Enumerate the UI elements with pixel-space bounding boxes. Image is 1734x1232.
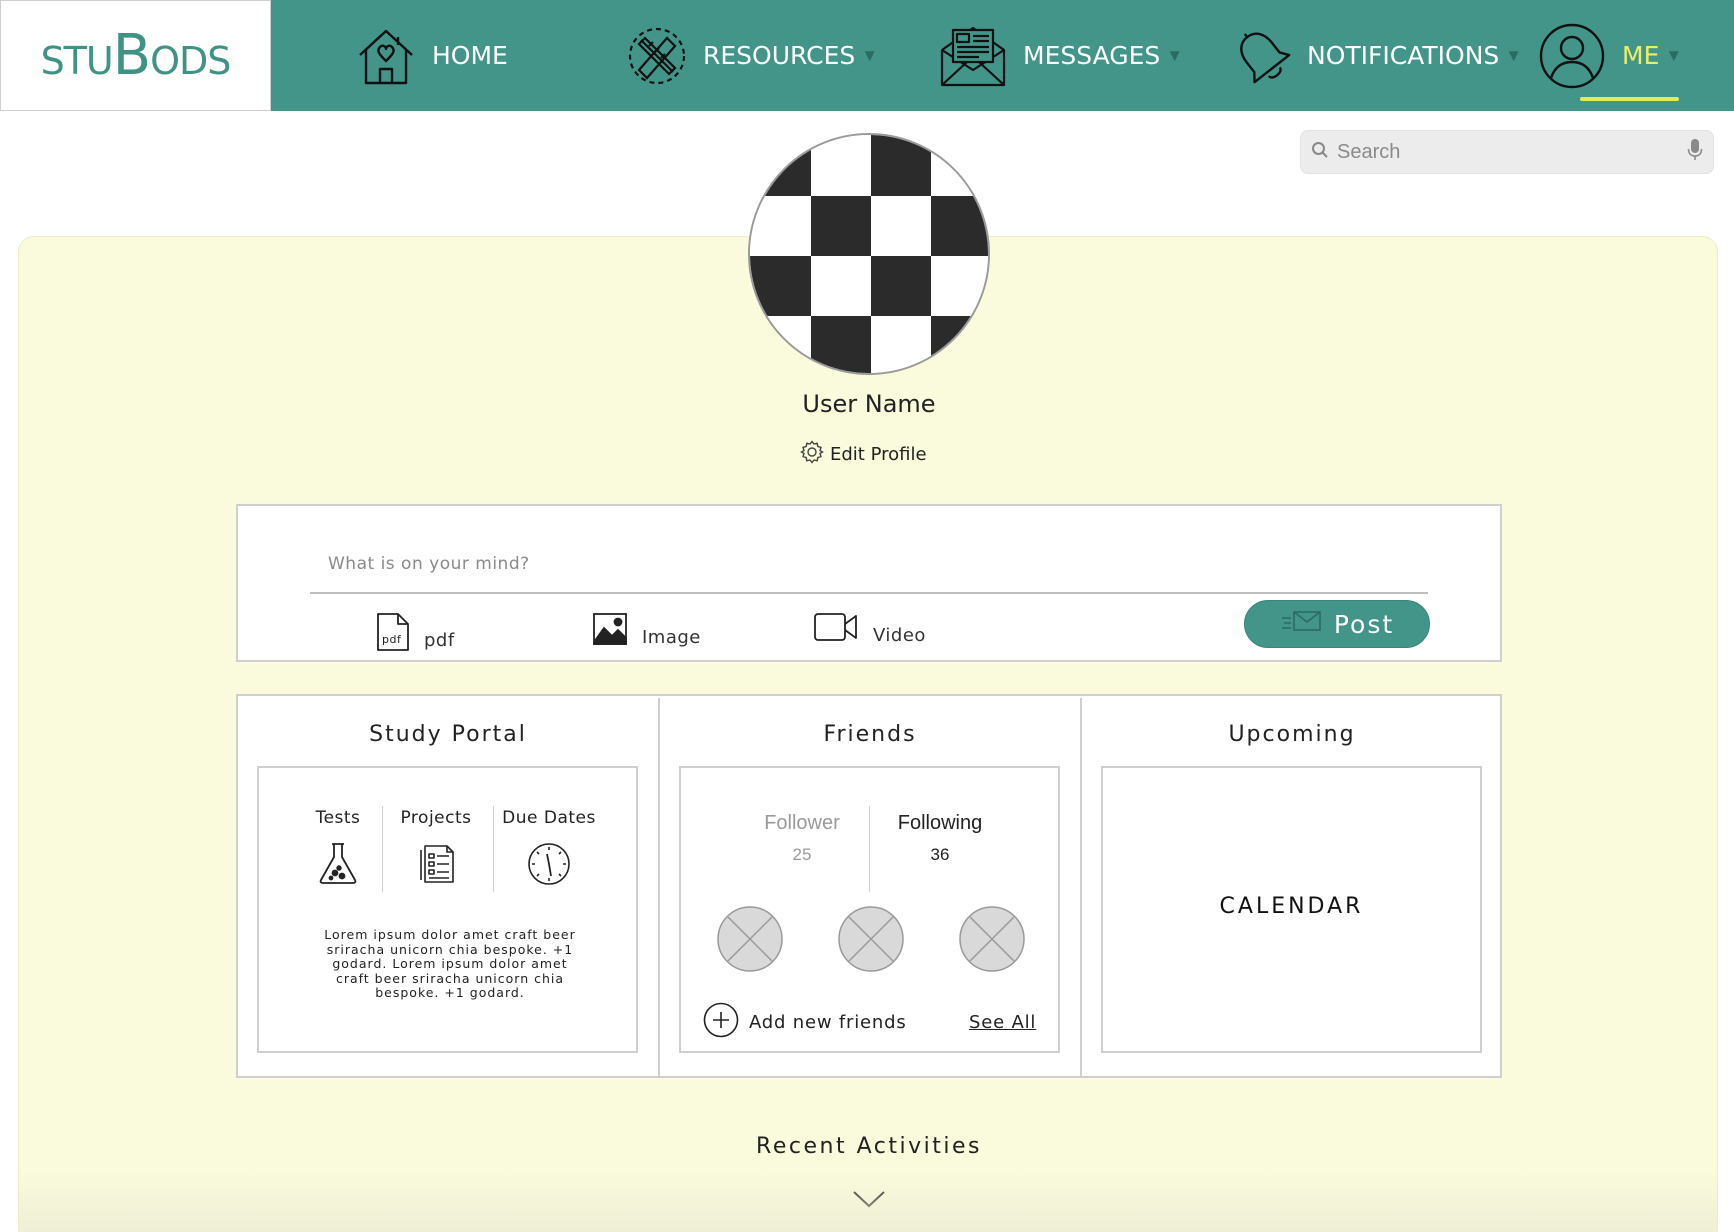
avatar[interactable] <box>748 133 990 375</box>
study-portal-box: Tests Projects Due Dates Lorem ipsum dol… <box>257 766 638 1053</box>
clock-icon <box>494 842 604 886</box>
chevron-down-icon: ▼ <box>861 45 879 65</box>
study-tests[interactable]: Tests <box>283 808 393 884</box>
calendar-box[interactable]: CALENDAR <box>1101 766 1482 1053</box>
friend-avatar-placeholder[interactable] <box>717 906 783 972</box>
main-nav: HOME RESOURCES ▼ MESSAGES ▼ NOTIFICATION… <box>271 0 1734 111</box>
friends-title: Friends <box>823 722 917 747</box>
video-camera-icon <box>813 612 859 647</box>
nav-messages-label: MESSAGES <box>1023 41 1161 70</box>
follower-count: 25 <box>792 845 812 864</box>
nav-home-label: HOME <box>432 41 508 70</box>
flask-icon <box>283 842 393 884</box>
post-button[interactable]: Post <box>1244 600 1430 648</box>
study-tests-label: Tests <box>315 808 361 828</box>
logo-text: STUBODS <box>40 23 232 88</box>
logo-part-1: STU <box>40 39 114 83</box>
pdf-file-icon: pdf <box>376 612 410 657</box>
attach-image-label: Image <box>642 627 701 648</box>
attach-image-button[interactable]: Image <box>592 612 701 651</box>
nav-resources-label: RESOURCES <box>703 41 856 70</box>
attach-pdf-label: pdf <box>424 630 455 651</box>
active-tab-indicator <box>1580 97 1679 101</box>
study-portal-card: Study Portal Tests Projects Due Dates Lo… <box>238 696 658 1076</box>
post-input[interactable] <box>310 536 1428 594</box>
nav-home[interactable]: HOME <box>356 0 508 111</box>
friends-box: Follower 25 Following 36 Add new friends… <box>679 766 1060 1053</box>
logo-part-2: B <box>112 23 151 88</box>
upcoming-card: Upcoming CALENDAR <box>1082 696 1502 1076</box>
document-list-icon <box>381 842 491 884</box>
nav-me-label: ME <box>1622 41 1660 70</box>
bell-icon <box>1233 26 1291 86</box>
study-due-dates-label: Due Dates <box>502 808 596 828</box>
attach-video-label: Video <box>873 625 926 646</box>
microphone-icon[interactable] <box>1687 138 1703 167</box>
pencil-ruler-icon <box>627 26 687 86</box>
post-composer: pdf pdf Image Video <box>236 504 1502 662</box>
dashboard-cards: Study Portal Tests Projects Due Dates Lo… <box>236 694 1502 1078</box>
add-friends-label: Add new friends <box>749 1012 907 1033</box>
study-portal-title: Study Portal <box>369 722 527 747</box>
follower-label: Follower <box>764 812 840 834</box>
study-portal-description: Lorem ipsum dolor amet craft beer srirac… <box>324 927 576 1000</box>
study-projects-label: Projects <box>400 808 472 828</box>
see-all-link[interactable]: See All <box>969 1012 1036 1033</box>
following-label: Following <box>897 812 983 834</box>
friends-card: Friends Follower 25 Following 36 Add new… <box>660 696 1080 1076</box>
edit-profile-label: Edit Profile <box>830 444 927 465</box>
nav-me[interactable]: ME ▼ <box>1538 0 1682 111</box>
recent-activities-title: Recent Activities <box>756 1134 982 1159</box>
top-header: STUBODS HOME RESOURCES ▼ MESSAGES ▼ NOTI… <box>0 0 1734 111</box>
attach-video-button[interactable]: Video <box>813 612 926 647</box>
user-name: User Name <box>802 390 936 418</box>
logo[interactable]: STUBODS <box>0 0 271 111</box>
user-circle-icon <box>1538 22 1606 90</box>
follower-stat[interactable]: Follower 25 <box>727 812 877 865</box>
study-due-dates[interactable]: Due Dates <box>494 808 604 886</box>
image-icon <box>592 612 628 651</box>
gear-icon <box>800 440 824 469</box>
search-icon <box>1311 141 1329 164</box>
search-input[interactable] <box>1337 140 1687 164</box>
nav-resources[interactable]: RESOURCES ▼ <box>627 0 878 111</box>
pdf-glyph: pdf <box>382 633 402 646</box>
attach-pdf-button[interactable]: pdf pdf <box>376 612 455 657</box>
envelope-letter-icon <box>939 24 1007 88</box>
nav-notifications-label: NOTIFICATIONS <box>1307 41 1500 70</box>
following-count: 36 <box>930 845 950 864</box>
logo-part-3: ODS <box>150 39 231 83</box>
post-button-label: Post <box>1333 609 1395 639</box>
plus-circle-icon <box>703 1002 739 1043</box>
chevron-down-icon[interactable] <box>851 1188 887 1215</box>
nav-notifications[interactable]: NOTIFICATIONS ▼ <box>1233 0 1522 111</box>
search-bar <box>1300 130 1714 174</box>
home-heart-icon <box>356 25 416 87</box>
chevron-down-icon: ▼ <box>1505 45 1523 65</box>
nav-messages[interactable]: MESSAGES ▼ <box>939 0 1183 111</box>
add-friends-button[interactable]: Add new friends <box>703 1002 907 1043</box>
study-projects[interactable]: Projects <box>381 808 491 884</box>
upcoming-title: Upcoming <box>1228 722 1356 747</box>
calendar-label: CALENDAR <box>1219 894 1364 919</box>
chevron-down-icon: ▼ <box>1665 45 1683 65</box>
friend-avatar-placeholder[interactable] <box>959 906 1025 972</box>
chevron-down-icon: ▼ <box>1166 45 1184 65</box>
send-mail-icon <box>1280 609 1322 639</box>
edit-profile-link[interactable]: Edit Profile <box>800 440 927 469</box>
following-stat[interactable]: Following 36 <box>865 812 1015 865</box>
friend-avatar-placeholder[interactable] <box>838 906 904 972</box>
